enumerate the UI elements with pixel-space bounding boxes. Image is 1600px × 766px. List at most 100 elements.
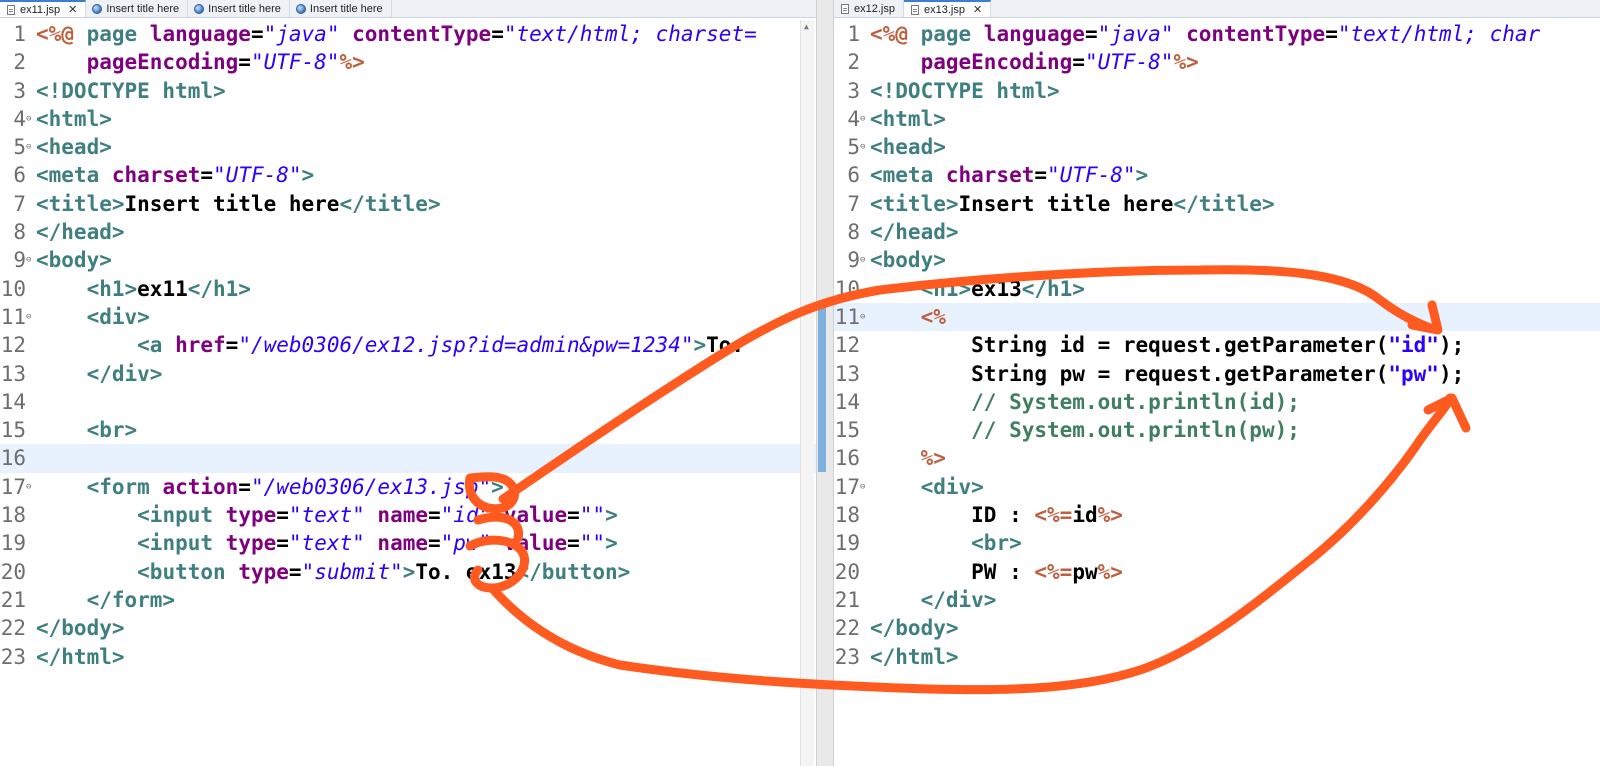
code-line[interactable]: 5 ⊖ <head>: [0, 133, 816, 161]
close-tab-icon[interactable]: ✕: [68, 3, 77, 16]
code-token: Insert title here: [958, 191, 1174, 216]
code-line[interactable]: 16: [0, 444, 816, 473]
code-line[interactable]: 1 <%@ page language="java" contentType="t…: [0, 20, 816, 48]
code-line[interactable]: 8 </head>: [0, 218, 816, 246]
code-line[interactable]: 6 <meta charset="UTF-8">: [0, 161, 816, 189]
browser-globe-icon: [194, 3, 205, 14]
fold-toggle-icon[interactable]: ⊖: [26, 473, 31, 501]
code-token: name: [377, 503, 428, 528]
left-scrollbar[interactable]: ▲: [800, 20, 814, 766]
code-line[interactable]: 13 String pw = request.getParameter("pw"…: [834, 360, 1600, 388]
line-number: 1: [13, 22, 26, 46]
code-line[interactable]: 22 </body>: [834, 614, 1600, 642]
left-code-editor[interactable]: 1 <%@ page language="java" contentType="t…: [0, 20, 816, 766]
scroll-up-arrow-icon[interactable]: ▲: [804, 22, 809, 31]
code-line[interactable]: 10 <h1>ex13</h1>: [834, 275, 1600, 303]
code-line[interactable]: 18 ID : <%=id%>: [834, 501, 1600, 529]
code-line[interactable]: 16 %>: [834, 444, 1600, 472]
fold-toggle-icon[interactable]: ⊖: [26, 246, 31, 274]
code-line[interactable]: 4 ⊖ <html>: [834, 105, 1600, 133]
code-line[interactable]: 17 ⊖ <form action="/web0306/ex13.jsp">: [0, 473, 816, 501]
fold-toggle-icon[interactable]: ⊖: [860, 246, 865, 274]
code-line[interactable]: 19 <br>: [834, 529, 1600, 557]
code-token: // System.out.println(id);: [971, 389, 1300, 414]
code-line[interactable]: 4 ⊖ <html>: [0, 105, 816, 133]
code-line[interactable]: 10 <h1>ex11</h1>: [0, 275, 816, 303]
code-text: // System.out.println(id);: [870, 388, 1300, 416]
fold-toggle-icon[interactable]: ⊖: [860, 105, 865, 133]
code-line[interactable]: 3 <!DOCTYPE html>: [834, 77, 1600, 105]
fold-toggle-icon[interactable]: ⊖: [26, 303, 31, 331]
code-line[interactable]: 9 ⊖ <body>: [834, 246, 1600, 274]
code-line[interactable]: 14: [0, 388, 816, 416]
code-token: <meta: [36, 163, 112, 188]
code-line[interactable]: 18 <input type="text" name="id" value=""…: [0, 501, 816, 529]
fold-toggle-icon[interactable]: ⊖: [26, 133, 31, 161]
code-text: <input type="text" name="id" value="">: [36, 501, 618, 529]
code-token: </head>: [870, 220, 959, 245]
code-line[interactable]: 17 ⊖ <div>: [834, 473, 1600, 501]
code-line[interactable]: 21 </div>: [834, 586, 1600, 614]
left-tab-1[interactable]: Insert title here: [86, 0, 189, 17]
code-line[interactable]: 19 <input type="text" name="pw" value=""…: [0, 529, 816, 557]
code-text: <%@ page language="java" contentType="te…: [36, 20, 757, 48]
code-line[interactable]: 11 ⊖ <div>: [0, 303, 816, 331]
code-token: =: [428, 531, 441, 556]
code-line[interactable]: 6 <meta charset="UTF-8">: [834, 161, 1600, 189]
code-token: <!DOCTYPE html>: [36, 78, 226, 103]
right-tab-0[interactable]: ex12.jsp: [834, 0, 904, 17]
code-line[interactable]: 21 </form>: [0, 586, 816, 614]
code-token: "UTF-8": [1084, 50, 1174, 75]
code-line[interactable]: 7 <title>Insert title here</title>: [834, 190, 1600, 218]
line-number: 3: [13, 78, 26, 103]
code-line[interactable]: 2 pageEncoding="UTF-8"%>: [834, 48, 1600, 76]
fold-toggle-icon[interactable]: ⊖: [860, 303, 865, 331]
left-tab-3[interactable]: Insert title here: [290, 0, 392, 17]
code-line[interactable]: 2 pageEncoding="UTF-8"%>: [0, 48, 816, 76]
left-tab-0[interactable]: ex11.jsp ✕: [0, 0, 87, 17]
code-token: %>: [1173, 50, 1199, 75]
code-token: ID :: [870, 503, 1035, 528]
fold-toggle-icon[interactable]: ⊖: [860, 473, 865, 501]
code-line[interactable]: 1 <%@ page language="java" contentType="t…: [834, 20, 1600, 48]
fold-toggle-icon[interactable]: ⊖: [860, 133, 865, 161]
code-text: <body>: [870, 246, 946, 274]
code-line[interactable]: 15 // System.out.println(pw);: [834, 416, 1600, 444]
code-line[interactable]: 3 <!DOCTYPE html>: [0, 77, 816, 105]
line-number: 15: [834, 418, 860, 443]
code-line[interactable]: 23 </html>: [0, 643, 816, 671]
left-tab-2[interactable]: Insert title here: [188, 0, 290, 17]
code-token: type: [225, 503, 277, 528]
code-line[interactable]: 14 // System.out.println(id);: [834, 388, 1600, 416]
code-line[interactable]: 20 <button type="submit">To. ex13</butto…: [0, 558, 816, 586]
right-tab-1[interactable]: ex13.jsp ✕: [903, 0, 992, 17]
code-line[interactable]: 12 <a href="/web0306/ex12.jsp?id=admin&p…: [0, 331, 816, 359]
code-line[interactable]: 9 ⊖ <body>: [0, 246, 816, 274]
code-token: <a: [137, 333, 176, 358]
code-line[interactable]: 15 <br>: [0, 416, 816, 444]
code-line[interactable]: 12 String id = request.getParameter("id"…: [834, 331, 1600, 359]
code-line[interactable]: 8 </head>: [834, 218, 1600, 246]
code-token: </h1>: [187, 276, 251, 301]
code-line[interactable]: 13 </div>: [0, 360, 816, 388]
close-tab-icon[interactable]: ✕: [973, 3, 982, 16]
line-number: 17: [0, 474, 26, 499]
code-token: "/web0306/ex13.jsp": [250, 474, 492, 499]
fold-toggle-icon[interactable]: ⊖: [26, 105, 31, 133]
line-number: 14: [0, 389, 26, 414]
code-line[interactable]: 20 PW : <%=pw%>: [834, 558, 1600, 586]
code-line[interactable]: 7 <title>Insert title here</title>: [0, 190, 816, 218]
right-code-editor[interactable]: 1 <%@ page language="java" contentType="t…: [834, 20, 1600, 766]
code-line[interactable]: 11 ⊖ <%: [834, 302, 1600, 332]
line-number: 8: [13, 220, 26, 245]
code-line[interactable]: 5 ⊖ <head>: [834, 133, 1600, 161]
code-text: <!DOCTYPE html>: [36, 77, 226, 105]
code-line[interactable]: 22 </body>: [0, 614, 816, 642]
code-token: "id": [440, 503, 492, 528]
code-token: "java": [263, 22, 340, 46]
code-line[interactable]: 23 </html>: [834, 643, 1600, 671]
